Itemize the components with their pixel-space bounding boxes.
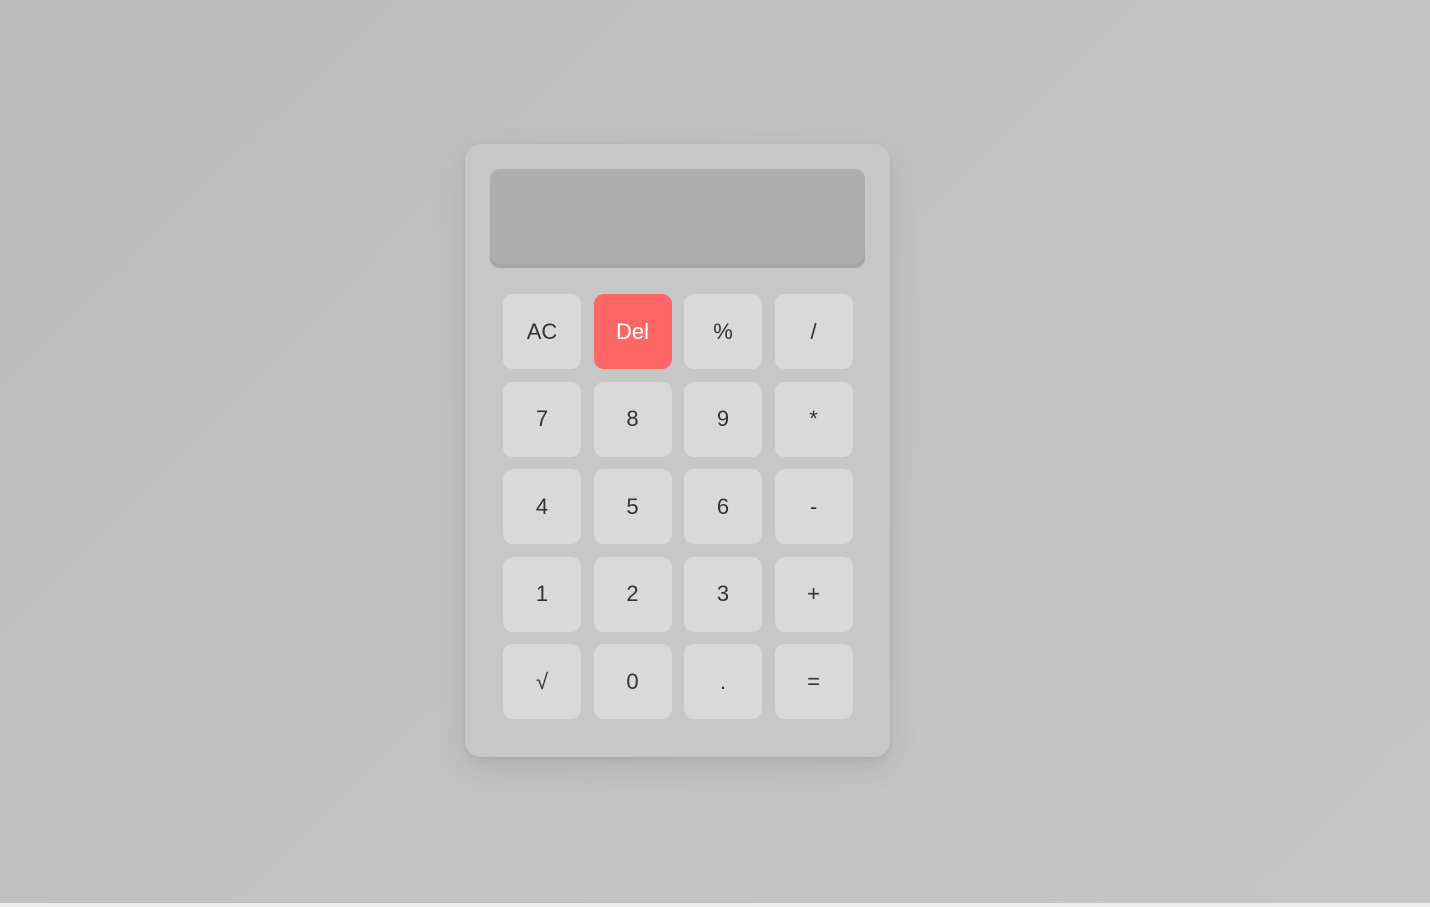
digit-3-button[interactable]: 3 xyxy=(684,556,762,632)
digit-1-button[interactable]: 1 xyxy=(503,556,581,632)
digit-6-button[interactable]: 6 xyxy=(684,469,762,544)
square-root-button[interactable]: √ xyxy=(503,644,581,719)
subtract-button[interactable]: - xyxy=(774,469,853,544)
decimal-button[interactable]: . xyxy=(684,644,762,719)
multiply-button[interactable]: * xyxy=(774,381,853,457)
keypad: AC Del % / 7 8 9 * 4 5 6 - 1 2 3 + √ 0 .… xyxy=(503,294,853,719)
add-button[interactable]: + xyxy=(774,556,853,632)
digit-2-button[interactable]: 2 xyxy=(593,556,672,632)
delete-button[interactable]: Del xyxy=(593,294,672,369)
digit-5-button[interactable]: 5 xyxy=(593,469,672,544)
clear-all-button[interactable]: AC xyxy=(503,294,581,369)
percent-button[interactable]: % xyxy=(684,294,762,369)
divide-button[interactable]: / xyxy=(774,294,853,369)
equals-button[interactable]: = xyxy=(774,644,853,719)
digit-9-button[interactable]: 9 xyxy=(684,381,762,457)
digit-4-button[interactable]: 4 xyxy=(503,469,581,544)
page-bottom-divider xyxy=(0,903,1430,907)
digit-8-button[interactable]: 8 xyxy=(593,381,672,457)
digit-7-button[interactable]: 7 xyxy=(503,381,581,457)
calculator: AC Del % / 7 8 9 * 4 5 6 - 1 2 3 + √ 0 .… xyxy=(465,144,890,757)
calculator-display xyxy=(490,169,865,268)
digit-0-button[interactable]: 0 xyxy=(593,644,672,719)
